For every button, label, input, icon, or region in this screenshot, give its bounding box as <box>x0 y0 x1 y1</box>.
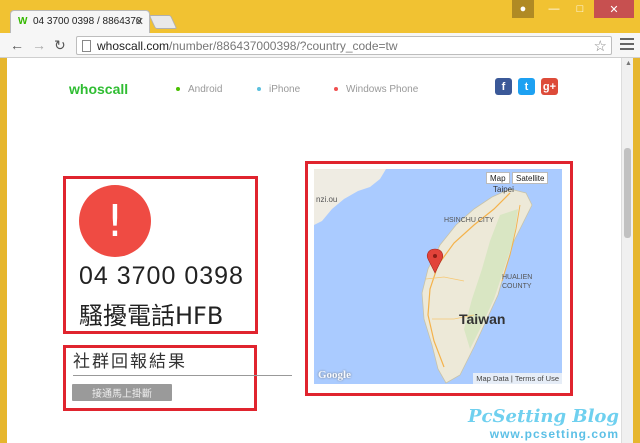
url-path: /number/886437000398/?country_code=tw <box>169 39 398 53</box>
url-host: whoscall.com <box>97 39 170 53</box>
window-titlebar: W 04 3700 0398 / 8864370 ✕ ● — □ ✕ <box>0 0 640 33</box>
terms-of-use-link[interactable]: Terms of Use <box>515 374 559 383</box>
facebook-icon[interactable]: f <box>495 78 512 95</box>
bookmark-star-icon[interactable]: ☆ <box>594 37 607 55</box>
map-label-taiwan: Taiwan <box>459 311 506 327</box>
map-attribution: Map Data | Terms of Use <box>473 373 562 384</box>
twitter-icon[interactable]: t <box>518 78 535 95</box>
reload-icon[interactable]: ↻ <box>54 37 66 54</box>
forward-arrow-icon[interactable]: → <box>32 37 46 53</box>
address-bar[interactable]: whoscall.com/number/886437000398/?countr… <box>76 36 612 55</box>
whoscall-favicon-icon: W <box>18 16 28 27</box>
iphone-dot-icon <box>257 87 261 92</box>
page-content: whoscall Android iPhone Windows Phone f … <box>7 58 633 443</box>
map-type-map-button[interactable]: Map <box>486 172 510 184</box>
menu-icon[interactable] <box>620 38 634 50</box>
map-type-satellite-button[interactable]: Satellite <box>512 172 549 184</box>
map-data-link[interactable]: Map Data <box>476 374 509 383</box>
report-tag-button[interactable]: 接通馬上掛斷 <box>72 384 172 401</box>
window-controls: ● — □ ✕ <box>512 0 634 18</box>
warning-icon: ! <box>79 185 151 257</box>
windows-phone-dot-icon <box>334 87 338 92</box>
tab-title: 04 3700 0398 / 8864370 <box>33 16 142 27</box>
nav-iphone-label: iPhone <box>269 84 301 95</box>
back-arrow-icon[interactable]: ← <box>10 37 24 53</box>
map-label-hualien: HUALIEN COUNTY <box>502 274 533 290</box>
number-tag: 騷擾電話HFB <box>79 302 224 330</box>
user-profile-icon[interactable]: ● <box>512 0 534 18</box>
android-dot-icon <box>176 87 180 92</box>
map-label-taipei: Taipei <box>493 185 514 194</box>
page-icon <box>82 40 91 52</box>
phone-number: 04 3700 0398 <box>79 262 244 290</box>
watermark-url: www.pcsetting.com <box>489 427 619 441</box>
minimize-button[interactable]: — <box>542 0 566 18</box>
google-plus-icon[interactable]: g+ <box>541 78 558 95</box>
report-divider <box>73 375 292 376</box>
browser-toolbar: ← → ↻ whoscall.com/number/886437000398/?… <box>0 33 640 58</box>
brand-logo[interactable]: whoscall <box>69 81 128 97</box>
map-label-hsinchu: HSINCHU CITY <box>444 217 494 224</box>
report-title: 社群回報結果 <box>73 352 187 372</box>
maximize-button[interactable]: □ <box>568 0 592 18</box>
blog-watermark: PcSetting Blog www.pcsetting.com <box>468 406 619 441</box>
nav-windows-phone-label: Windows Phone <box>346 84 419 95</box>
nav-android-label: Android <box>188 84 223 95</box>
browser-tab[interactable]: W 04 3700 0398 / 8864370 ✕ <box>10 10 150 33</box>
nav-iphone[interactable]: iPhone <box>257 84 300 95</box>
location-map[interactable]: Map Satellite Taipei HSINCHU CITY HUALIE… <box>314 169 562 384</box>
watermark-title: PcSetting Blog <box>468 406 619 427</box>
scrollbar-thumb[interactable] <box>624 148 631 238</box>
close-window-button[interactable]: ✕ <box>594 0 634 18</box>
map-label-inzlou: nzi.ou <box>316 195 338 204</box>
google-logo[interactable]: Google <box>318 369 351 381</box>
close-tab-icon[interactable]: ✕ <box>135 15 144 28</box>
nav-windows-phone[interactable]: Windows Phone <box>334 84 418 95</box>
scroll-up-arrow-icon[interactable]: ▲ <box>625 60 632 67</box>
page-scrollbar[interactable]: ▲ <box>621 58 633 443</box>
nav-android[interactable]: Android <box>176 84 222 95</box>
new-tab-button[interactable] <box>148 15 178 29</box>
